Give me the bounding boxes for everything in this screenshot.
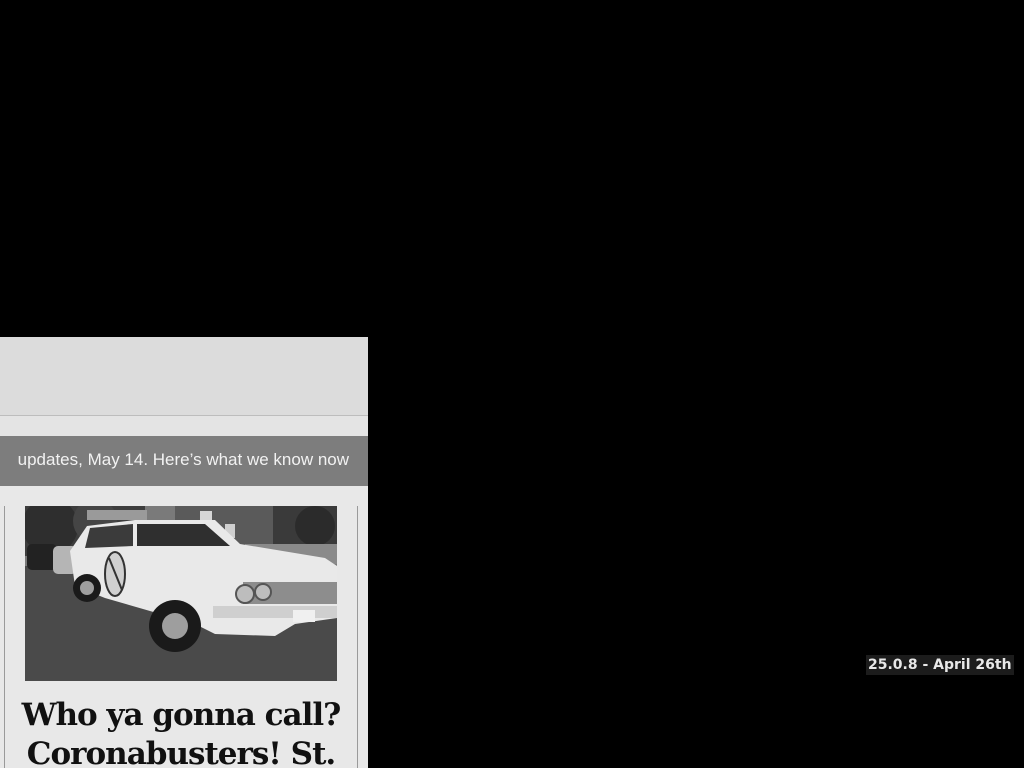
- nav-strip: [0, 416, 368, 436]
- story-card[interactable]: Who ya gonna call? Coronabusters! St.: [4, 506, 358, 768]
- story-photo[interactable]: [25, 506, 337, 681]
- desktop: updates, May 14. Here’s what we know now: [0, 0, 1024, 768]
- main-content: Who ya gonna call? Coronabusters! St.: [0, 486, 368, 768]
- story-headline[interactable]: Who ya gonna call? Coronabusters! St.: [15, 696, 347, 768]
- site-header: [0, 337, 368, 416]
- ticker-link[interactable]: updates, May 14. Here’s what we know now: [18, 450, 349, 470]
- news-ticker[interactable]: updates, May 14. Here’s what we know now: [0, 436, 368, 486]
- browser-window: updates, May 14. Here’s what we know now: [0, 337, 368, 768]
- version-label: 25.0.8 - April 26th: [866, 655, 1014, 675]
